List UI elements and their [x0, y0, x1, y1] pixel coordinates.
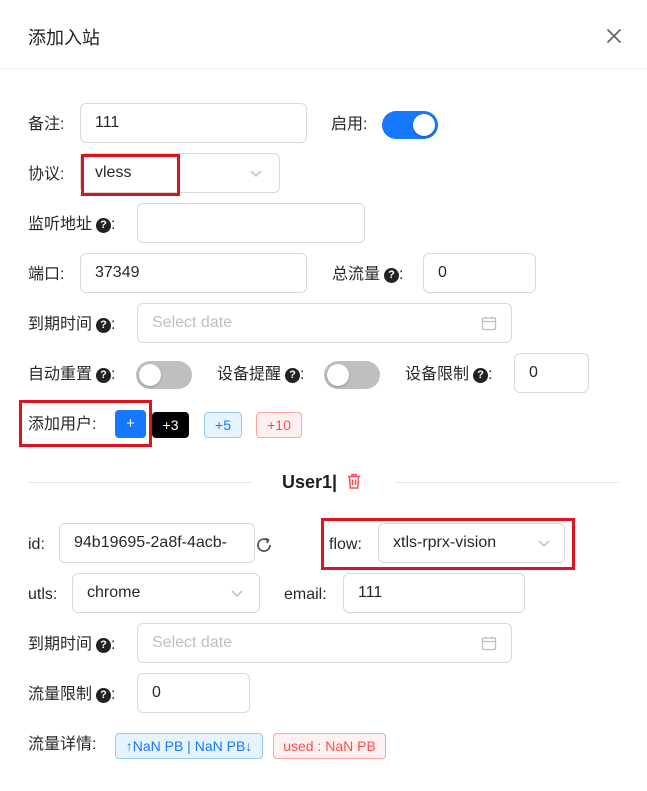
question-icon: ?	[96, 688, 112, 703]
email-label: email:	[284, 586, 327, 603]
expiry-date-picker[interactable]: Select date	[137, 303, 512, 343]
id-input[interactable]: 94b19695-2a8f-4acb-	[59, 523, 255, 563]
utls-value: chrome	[87, 584, 141, 601]
email-input[interactable]: 111	[343, 573, 525, 613]
port-label: 端口:	[28, 266, 65, 283]
question-icon: ?	[96, 218, 112, 233]
enable-switch[interactable]	[382, 111, 438, 139]
traffic-used-tag: used : NaN PB	[273, 733, 386, 759]
traffic-detail-label: 流量详情:	[28, 736, 97, 753]
remark-input[interactable]: 111	[80, 103, 307, 143]
utls-select[interactable]: chrome	[72, 573, 260, 613]
date-placeholder: Select date	[152, 634, 233, 651]
device-limit-label: 设备限制?:	[405, 366, 493, 383]
refresh-icon[interactable]	[254, 535, 274, 555]
user-expiry-label: 到期时间?:	[28, 636, 116, 653]
enable-label: 启用:	[331, 116, 368, 133]
traffic-limit-input[interactable]: 0	[137, 673, 250, 713]
id-label: id:	[28, 536, 45, 553]
listen-label: 监听地址?:	[28, 216, 116, 233]
question-icon: ?	[96, 318, 112, 333]
calendar-icon	[481, 316, 497, 331]
question-icon: ?	[473, 368, 489, 383]
listen-input[interactable]	[137, 203, 365, 243]
question-icon: ?	[384, 268, 400, 283]
device-limit-input[interactable]: 0	[514, 353, 589, 393]
add-inbound-modal: 添加入站 备注: 111 启用: 协议: vless 监听地址?: 端口: 37…	[0, 0, 647, 791]
traffic-limit-label: 流量限制?:	[28, 686, 116, 703]
divider-line-right	[395, 482, 619, 483]
auto-reset-switch[interactable]	[136, 361, 192, 389]
calendar-icon	[481, 636, 497, 651]
utls-label: utls:	[28, 586, 58, 603]
question-icon: ?	[96, 368, 112, 383]
chevron-down-icon	[231, 590, 243, 598]
date-placeholder: Select date	[152, 314, 233, 331]
user-expiry-date-picker[interactable]: Select date	[137, 623, 512, 663]
total-traffic-input[interactable]: 0	[423, 253, 536, 293]
device-alert-switch[interactable]	[324, 361, 380, 389]
modal-title: 添加入站	[28, 28, 100, 48]
question-icon: ?	[285, 368, 301, 383]
add-10-tag[interactable]: +10	[256, 412, 302, 438]
trash-icon[interactable]	[345, 472, 363, 490]
divider-line-left	[28, 482, 252, 483]
device-alert-label: 设备提醒?:	[217, 366, 305, 383]
total-traffic-label: 总流量?:	[332, 266, 404, 283]
modal-header: 添加入站	[0, 0, 647, 69]
highlight-box	[19, 400, 152, 447]
add-3-tag[interactable]: +3	[152, 412, 189, 438]
remark-label: 备注:	[28, 116, 65, 133]
highlight-box	[81, 154, 180, 196]
auto-reset-label: 自动重置?:	[28, 366, 116, 383]
traffic-updown-tag: ↑NaN PB | NaN PB↓	[115, 733, 263, 759]
add-5-tag[interactable]: +5	[204, 412, 242, 438]
question-icon: ?	[96, 638, 112, 653]
chevron-down-icon	[250, 170, 262, 178]
protocol-label: 协议:	[28, 166, 65, 183]
close-icon[interactable]	[600, 22, 628, 50]
highlight-box	[321, 518, 575, 570]
user-title: User1|	[282, 472, 363, 493]
port-input[interactable]: 37349	[80, 253, 307, 293]
expiry-label: 到期时间?:	[28, 316, 116, 333]
